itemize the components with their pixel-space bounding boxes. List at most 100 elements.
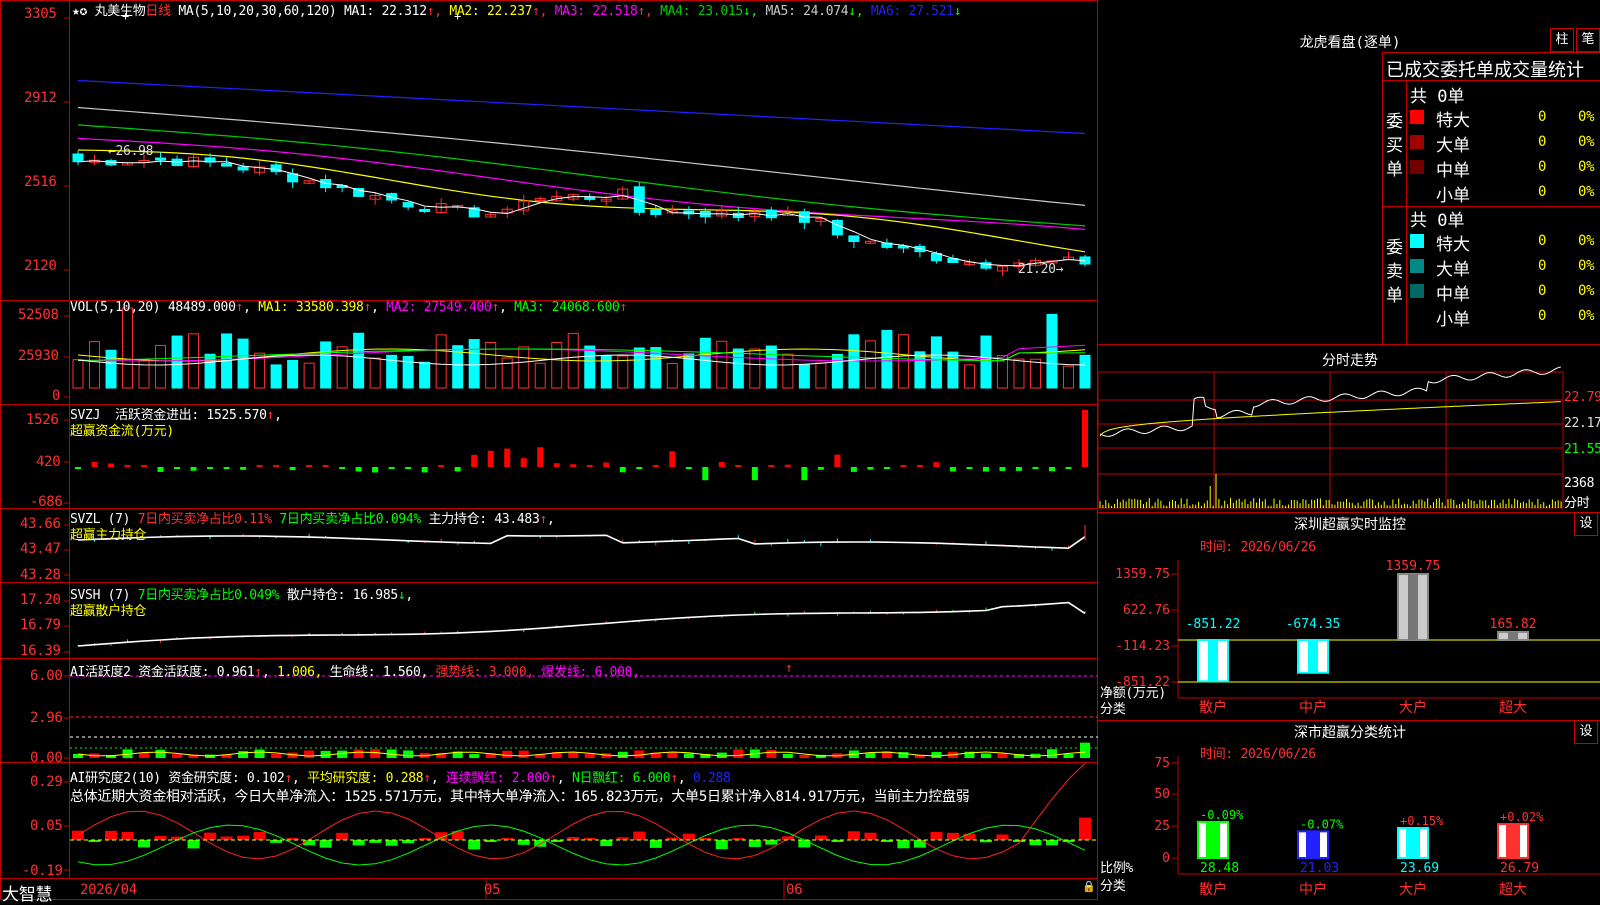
- avg-research-line: [77, 824, 1086, 866]
- svzl-panel: [77, 525, 1086, 551]
- volume-panel: [72, 307, 1091, 389]
- bar-mode-button[interactable]: 柱: [1550, 28, 1574, 52]
- row-value: 0: [1538, 134, 1547, 150]
- sz-class-settings-button[interactable]: 设: [1574, 720, 1598, 744]
- volume-bar: [534, 362, 546, 389]
- flow-bar: [999, 467, 1006, 471]
- sz-monitor-settings-button[interactable]: 设: [1574, 512, 1598, 536]
- flow-bar: [487, 450, 494, 467]
- activity-bar: [337, 750, 348, 758]
- row-name: 特大: [1436, 111, 1470, 131]
- monitor-axis-label: 1359.75: [1115, 567, 1170, 582]
- date-label-0: 2026/04: [80, 882, 137, 898]
- candle: [419, 208, 431, 212]
- flow-bar: [1048, 467, 1055, 472]
- svsh-panel: [77, 601, 1086, 647]
- monitor-bar-stripe: [1508, 631, 1518, 640]
- activity-bar: [155, 749, 166, 758]
- research-bar: [352, 840, 365, 846]
- volume-bar: [72, 359, 84, 389]
- volume-bar: [749, 348, 761, 389]
- legend-swatch: [1410, 259, 1424, 273]
- ai2-summary: 总体近期大资金相对活跃，今日大单净流入：1525.571万元，其中特大单净流入：…: [70, 789, 970, 805]
- research-bar: [633, 831, 646, 840]
- activity-bar: [766, 750, 777, 758]
- candle: [402, 202, 414, 208]
- flow-bar: [75, 467, 81, 469]
- flow-bar: [471, 454, 478, 467]
- lock-icon[interactable]: 🔒: [1082, 880, 1096, 893]
- svsh-axis-0: 17.20: [20, 592, 61, 608]
- volume-bar: [732, 348, 744, 389]
- activity-bar: [617, 751, 628, 758]
- research-bar: [1079, 817, 1091, 840]
- price-axis-0: 3305: [24, 6, 57, 22]
- ma-value-5: MA5: 24.074: [765, 4, 849, 19]
- flow-bar: [850, 467, 857, 472]
- ma-value-3: MA3: 22.518: [554, 4, 638, 19]
- ma-value-6: MA6: 27.521: [870, 4, 954, 19]
- volume-bar: [716, 340, 728, 389]
- row-pct: 0%: [1578, 283, 1595, 299]
- period-label[interactable]: 日线: [145, 4, 171, 19]
- svzj-axis-1: 420: [36, 454, 61, 470]
- activity-bar: [172, 754, 183, 758]
- volume-bar: [633, 347, 645, 389]
- flow-bar: [966, 467, 973, 469]
- class-category-label: 散户: [1199, 881, 1227, 898]
- volume-bar: [798, 364, 810, 389]
- intraday-title: 分时走势: [1322, 353, 1378, 369]
- flow-bar: [157, 467, 164, 472]
- price-header: ★✪ 丸美生物日线 MA(5,10,20,30,60,120) MA1: 22.…: [72, 0, 962, 19]
- legend-swatch: [1410, 185, 1424, 199]
- class-value-label: 26.79: [1500, 861, 1539, 876]
- activity-bar: [584, 753, 595, 758]
- volume-bar: [518, 346, 530, 389]
- intraday-axis-1: 22.17: [1564, 416, 1600, 431]
- flow-bar: [1082, 409, 1088, 467]
- flow-bar: [685, 467, 692, 469]
- flow-bar: [306, 465, 313, 467]
- candle: [72, 153, 84, 163]
- candle: [584, 196, 596, 200]
- stroke-mode-button[interactable]: 笔: [1576, 28, 1600, 52]
- activity-bar: [799, 754, 810, 758]
- research-bar: [319, 840, 332, 848]
- vol-axis-0: 52508: [18, 307, 59, 323]
- sz-class-title: 深市超赢分类统计: [1294, 725, 1406, 741]
- flow-bar: [273, 465, 280, 467]
- activity-bar: [518, 750, 529, 758]
- flow-bar: [834, 454, 841, 467]
- ma-values: MA1: 22.312↑, MA2: 22.237↑, MA3: 22.518↑…: [343, 4, 962, 19]
- brand-label[interactable]: 大智慧: [2, 880, 52, 905]
- activity-bar: [353, 749, 364, 758]
- activity-bar: [139, 752, 150, 758]
- volume-bar: [237, 338, 249, 389]
- activity-bar: [403, 750, 414, 758]
- sz-monitor-xlabel: 分类: [1100, 702, 1126, 717]
- monitor-category-label: 中户: [1299, 699, 1327, 716]
- candle: [765, 209, 777, 219]
- research-bar: [682, 833, 695, 840]
- volume-bar: [171, 335, 183, 389]
- kline-chart-area[interactable]: + + ↑: [0, 0, 1100, 900]
- ma-line-0: [77, 160, 1086, 267]
- activity-bar: [980, 753, 991, 758]
- research-bar: [204, 832, 217, 840]
- lhb-tab-label[interactable]: 已成交委托单成交量统计: [1386, 56, 1584, 82]
- gear-icon[interactable]: ✪: [80, 4, 88, 19]
- flow-bar: [322, 465, 329, 467]
- flow-bar: [603, 462, 610, 467]
- price-panel: + +: [72, 9, 1091, 276]
- monitor-bar-label: 1359.75: [1386, 559, 1441, 574]
- ai1-axis-0: 6.00: [30, 668, 63, 684]
- volume-bar: [831, 353, 843, 389]
- svsh-line: [77, 601, 1086, 647]
- monitor-bar-stripe: [1408, 574, 1418, 640]
- ai2-axis-1: 0.05: [30, 818, 63, 834]
- volume-bar: [419, 361, 431, 389]
- activity-bar: [667, 752, 678, 758]
- outer-frame: [0, 0, 1098, 900]
- star-icon[interactable]: ★: [72, 4, 80, 19]
- volume-bar: [815, 362, 827, 389]
